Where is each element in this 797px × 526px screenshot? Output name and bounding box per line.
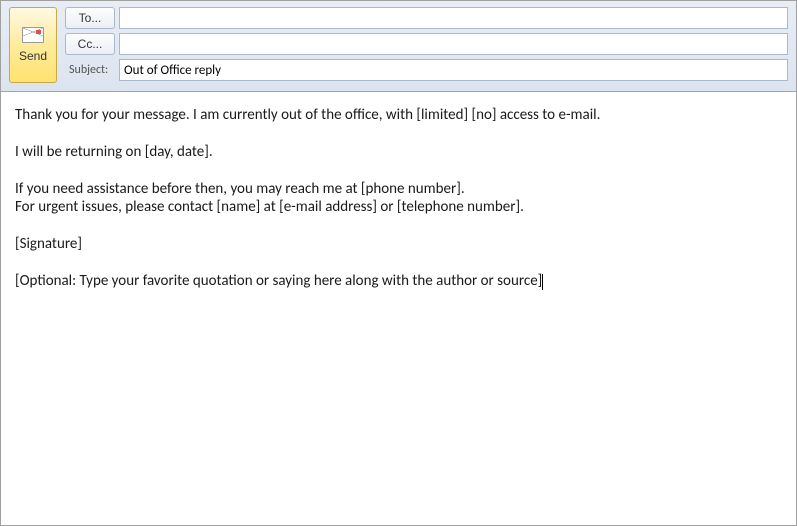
body-line-4: [Signature] [15, 235, 782, 254]
compose-header: Send To... Cc... Subject: [1, 1, 796, 92]
body-line-3a: If you need assistance before then, you … [15, 180, 782, 199]
to-button[interactable]: To... [65, 7, 115, 29]
cc-row: Cc... [65, 33, 788, 55]
subject-label: Subject: [65, 59, 115, 81]
to-button-label: To... [79, 11, 102, 25]
send-label: Send [19, 49, 47, 63]
send-button[interactable]: Send [9, 7, 57, 83]
subject-row: Subject: [65, 59, 788, 81]
to-row: To... [65, 7, 788, 29]
envelope-icon [22, 27, 44, 43]
cc-button[interactable]: Cc... [65, 33, 115, 55]
header-fields: To... Cc... Subject: [65, 7, 788, 83]
body-line-2: I will be returning on [day, date]. [15, 143, 782, 162]
to-input[interactable] [119, 7, 788, 29]
body-line-3b: For urgent issues, please contact [name]… [15, 198, 782, 217]
text-cursor [542, 274, 543, 290]
cc-button-label: Cc... [78, 37, 103, 51]
body-line-5-text: [Optional: Type your favorite quotation … [15, 272, 542, 290]
subject-input[interactable] [119, 59, 788, 81]
body-line-1: Thank you for your message. I am current… [15, 106, 782, 125]
body-line-5: [Optional: Type your favorite quotation … [15, 272, 782, 291]
cc-input[interactable] [119, 33, 788, 55]
message-body[interactable]: Thank you for your message. I am current… [1, 92, 796, 522]
